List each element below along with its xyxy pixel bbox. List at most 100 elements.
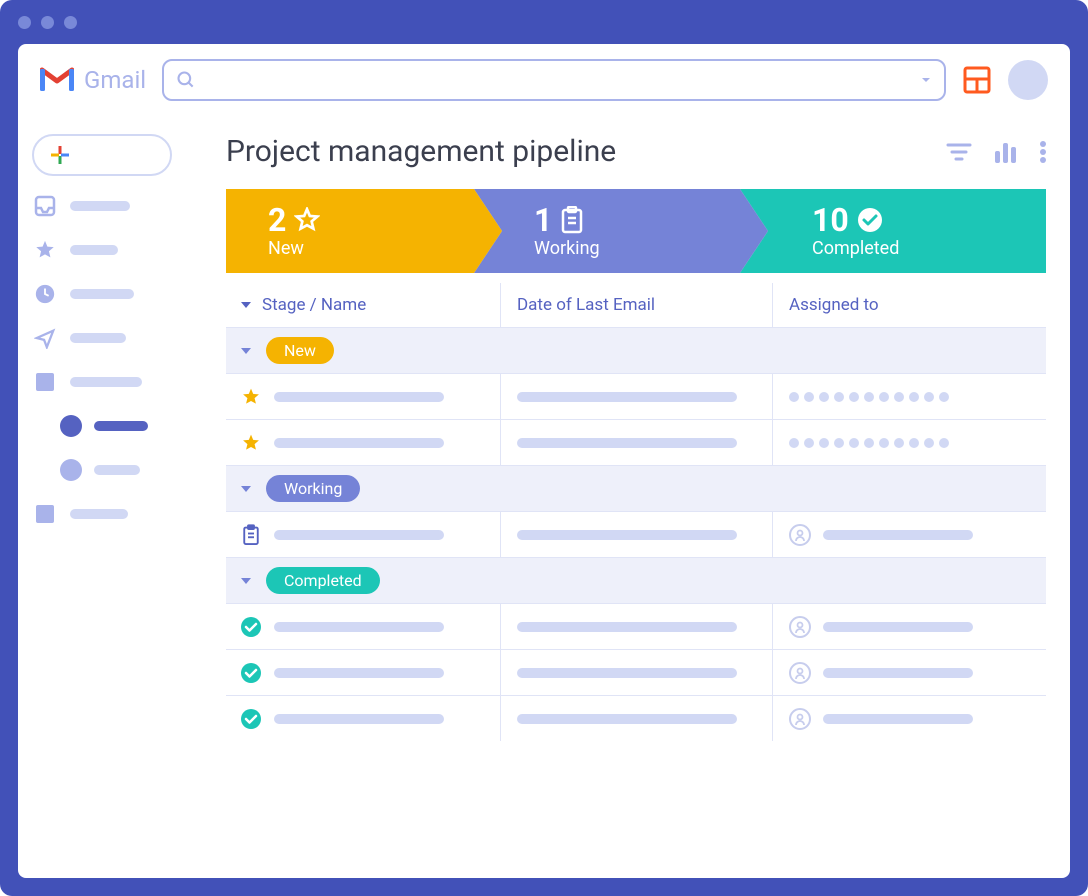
layout-toggle-icon[interactable] xyxy=(962,65,992,95)
table-header: Stage / Name Date of Last Email Assigned… xyxy=(226,283,1046,327)
main-content: Project management pipeline 2 New xyxy=(218,116,1070,878)
stage-count: 2 xyxy=(268,204,286,236)
person-icon xyxy=(789,662,811,684)
star-icon xyxy=(32,237,58,263)
sidebar-label-placeholder xyxy=(70,245,118,255)
group-header-working[interactable]: Working xyxy=(226,465,1046,511)
column-date[interactable]: Date of Last Email xyxy=(500,283,772,327)
cell-placeholder xyxy=(823,622,973,632)
chart-icon[interactable] xyxy=(994,141,1018,163)
sidebar-label-placeholder xyxy=(94,421,148,431)
sidebar-subitem-active[interactable] xyxy=(32,412,204,440)
caret-down-icon xyxy=(240,484,252,494)
square-icon xyxy=(32,369,58,395)
cell-placeholder xyxy=(274,668,444,678)
table-row[interactable] xyxy=(226,373,1046,419)
sidebar-label-placeholder xyxy=(70,509,128,519)
cell-placeholder xyxy=(274,622,444,632)
table-row[interactable] xyxy=(226,419,1046,465)
cell-placeholder xyxy=(274,392,444,402)
avatar[interactable] xyxy=(1008,60,1048,100)
assignee-dots xyxy=(789,392,949,402)
group-pill: Completed xyxy=(266,567,380,594)
search-container[interactable] xyxy=(162,59,946,101)
stage-count: 10 xyxy=(812,204,849,236)
column-assigned[interactable]: Assigned to xyxy=(772,283,1032,327)
sidebar-label-placeholder xyxy=(70,333,126,343)
square-icon xyxy=(32,501,58,527)
person-icon xyxy=(789,524,811,546)
group-header-completed[interactable]: Completed xyxy=(226,557,1046,603)
app-name: Gmail xyxy=(84,66,146,94)
cell-placeholder xyxy=(517,622,737,632)
window-control-min[interactable] xyxy=(41,16,54,29)
search-dropdown-icon[interactable] xyxy=(920,74,932,86)
column-stage[interactable]: Stage / Name xyxy=(240,295,500,315)
plus-icon xyxy=(50,145,70,165)
stage-label: Completed xyxy=(812,238,1046,259)
layout: Project management pipeline 2 New xyxy=(18,116,1070,878)
browser-window: Gmail xyxy=(0,0,1088,896)
sidebar-item-send[interactable] xyxy=(32,324,204,352)
caret-down-icon xyxy=(240,346,252,356)
cell-placeholder xyxy=(823,668,973,678)
table-row[interactable] xyxy=(226,649,1046,695)
gmail-logo[interactable]: Gmail xyxy=(40,66,146,94)
star-icon xyxy=(240,433,262,453)
sidebar-label-placeholder xyxy=(94,465,140,475)
check-circle-icon xyxy=(857,207,883,233)
stage-banner: 2 New 1 Working 10 xyxy=(226,189,1046,273)
cell-placeholder xyxy=(517,530,737,540)
sidebar-item-snoozed[interactable] xyxy=(32,280,204,308)
person-icon xyxy=(789,708,811,730)
assignee-dots xyxy=(789,438,949,448)
column-label: Assigned to xyxy=(789,295,879,315)
table-row[interactable] xyxy=(226,603,1046,649)
topbar: Gmail xyxy=(18,44,1070,116)
filter-icon[interactable] xyxy=(946,142,972,162)
column-label: Stage / Name xyxy=(262,295,366,315)
star-icon xyxy=(294,207,320,233)
cell-placeholder xyxy=(274,714,444,724)
stage-completed[interactable]: 10 Completed xyxy=(740,189,1046,273)
sidebar-subitem[interactable] xyxy=(32,456,204,484)
clock-icon xyxy=(32,281,58,307)
more-icon[interactable] xyxy=(1040,141,1046,163)
group-header-new[interactable]: New xyxy=(226,327,1046,373)
sidebar-label-placeholder xyxy=(70,289,134,299)
check-circle-icon xyxy=(240,663,262,683)
app-frame: Gmail xyxy=(18,44,1070,878)
dot-icon xyxy=(60,415,82,437)
caret-down-icon xyxy=(240,300,252,310)
sidebar-item-category[interactable] xyxy=(32,368,204,396)
page-title: Project management pipeline xyxy=(226,134,616,169)
page-header: Project management pipeline xyxy=(226,134,1046,169)
table-row[interactable] xyxy=(226,511,1046,557)
header-actions xyxy=(946,141,1046,163)
dot-icon xyxy=(60,459,82,481)
cell-placeholder xyxy=(823,530,973,540)
sidebar-item-inbox[interactable] xyxy=(32,192,204,220)
table-row[interactable] xyxy=(226,695,1046,741)
caret-down-icon xyxy=(240,576,252,586)
cell-placeholder xyxy=(823,714,973,724)
group-pill: Working xyxy=(266,475,360,502)
sidebar-label-placeholder xyxy=(70,201,130,211)
window-control-close[interactable] xyxy=(18,16,31,29)
cell-placeholder xyxy=(517,438,737,448)
sidebar-item-other[interactable] xyxy=(32,500,204,528)
person-icon xyxy=(789,616,811,638)
cell-placeholder xyxy=(274,438,444,448)
window-titlebar xyxy=(0,0,1088,44)
sidebar-item-starred[interactable] xyxy=(32,236,204,264)
cell-placeholder xyxy=(274,530,444,540)
sidebar xyxy=(18,116,218,878)
clipboard-icon xyxy=(560,206,584,234)
stage-new[interactable]: 2 New xyxy=(226,189,502,273)
column-label: Date of Last Email xyxy=(517,295,655,315)
compose-button[interactable] xyxy=(32,134,172,176)
stage-working[interactable]: 1 Working xyxy=(474,189,768,273)
window-control-max[interactable] xyxy=(64,16,77,29)
search-input[interactable] xyxy=(206,71,910,89)
send-icon xyxy=(32,325,58,351)
